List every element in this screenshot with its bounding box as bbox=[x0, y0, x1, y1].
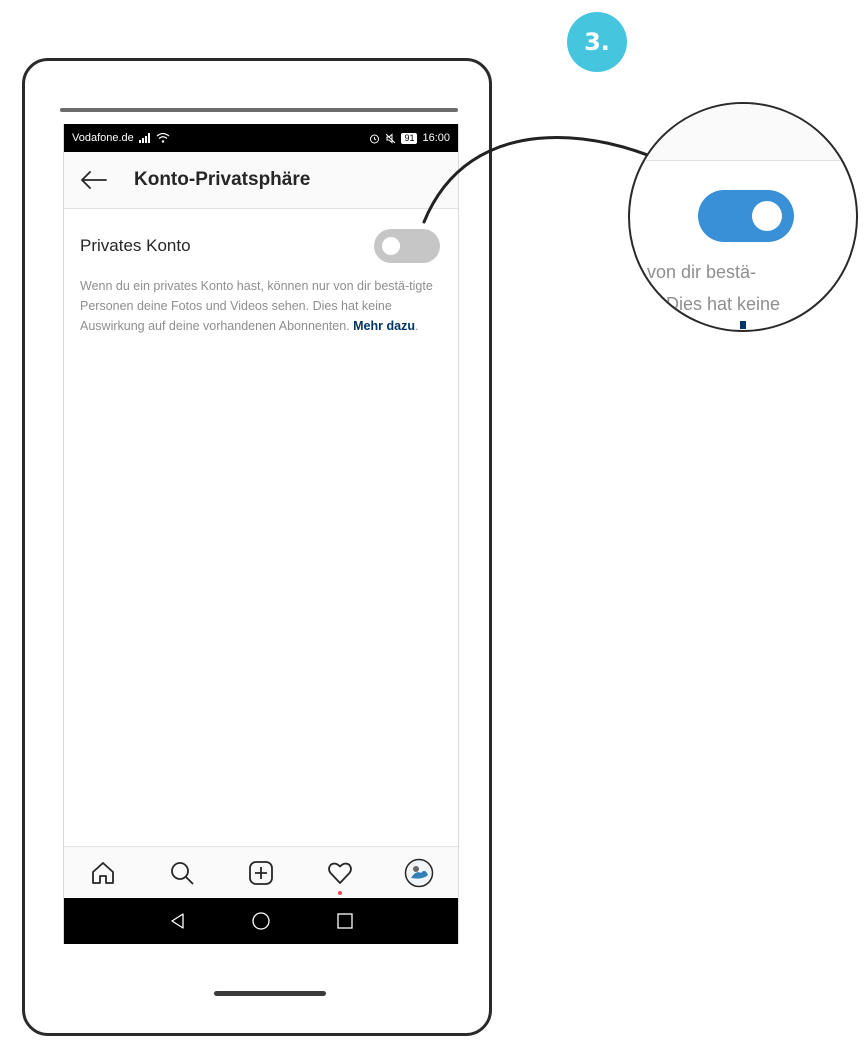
home-circle-icon bbox=[252, 912, 270, 930]
phone-top-edge bbox=[60, 108, 458, 112]
toggle-knob bbox=[382, 237, 400, 255]
zoom-link-fragment bbox=[740, 321, 746, 329]
system-recents-button[interactable] bbox=[329, 905, 361, 937]
learn-more-link[interactable]: Mehr dazu bbox=[353, 319, 415, 333]
zoom-toggle-knob bbox=[752, 201, 782, 231]
zoom-header-band bbox=[630, 104, 856, 161]
phone-home-bar bbox=[214, 991, 326, 996]
add-post-icon bbox=[249, 861, 273, 885]
clock: 16:00 bbox=[422, 132, 450, 144]
step-badge: 3. bbox=[567, 12, 627, 72]
status-bar: Vodafone.de 91 16:00 bbox=[64, 124, 458, 152]
carrier-label: Vodafone.de bbox=[72, 132, 134, 144]
nav-profile[interactable] bbox=[397, 851, 441, 895]
notification-dot bbox=[337, 891, 342, 895]
zoom-text-line2: Dies hat keine bbox=[666, 294, 781, 314]
android-nav-bar bbox=[64, 898, 458, 944]
private-account-toggle[interactable] bbox=[374, 229, 440, 263]
private-account-label: Privates Konto bbox=[80, 236, 191, 255]
battery-indicator: 91 bbox=[401, 132, 418, 144]
nav-add-post[interactable] bbox=[239, 851, 283, 895]
wifi-icon bbox=[156, 133, 170, 143]
search-icon bbox=[171, 862, 194, 885]
system-home-button[interactable] bbox=[245, 905, 277, 937]
home-icon bbox=[92, 862, 115, 884]
zoom-callout: r von dir bestä- Dies hat keine bbox=[628, 102, 858, 332]
zoom-toggle-on bbox=[698, 190, 794, 242]
mute-icon bbox=[386, 132, 396, 144]
profile-avatar-icon bbox=[404, 858, 433, 888]
arrow-left-icon bbox=[81, 171, 107, 189]
nav-activity[interactable] bbox=[318, 851, 362, 895]
signal-icon bbox=[138, 133, 150, 143]
system-back-button[interactable] bbox=[161, 905, 193, 937]
back-button[interactable] bbox=[70, 156, 118, 204]
private-account-row: Privates Konto bbox=[64, 220, 458, 272]
back-triangle-icon bbox=[171, 913, 184, 929]
alarm-icon bbox=[370, 134, 380, 143]
recents-square-icon bbox=[337, 913, 353, 929]
private-account-description: Wenn du ein privates Konto hast, können … bbox=[80, 276, 444, 336]
page-title: Konto-Privatsphäre bbox=[134, 169, 311, 190]
activity-heart-icon bbox=[327, 862, 352, 884]
nav-home[interactable] bbox=[81, 851, 125, 895]
nav-search[interactable] bbox=[160, 851, 204, 895]
app-header: Konto-Privatsphäre bbox=[64, 152, 458, 209]
description-period: . bbox=[414, 319, 419, 333]
phone-screen: Vodafone.de 91 16:00 Konto-Privatsphäre … bbox=[63, 124, 459, 944]
zoom-text-line1: r von dir bestä- bbox=[636, 262, 757, 282]
bottom-nav bbox=[64, 846, 458, 899]
